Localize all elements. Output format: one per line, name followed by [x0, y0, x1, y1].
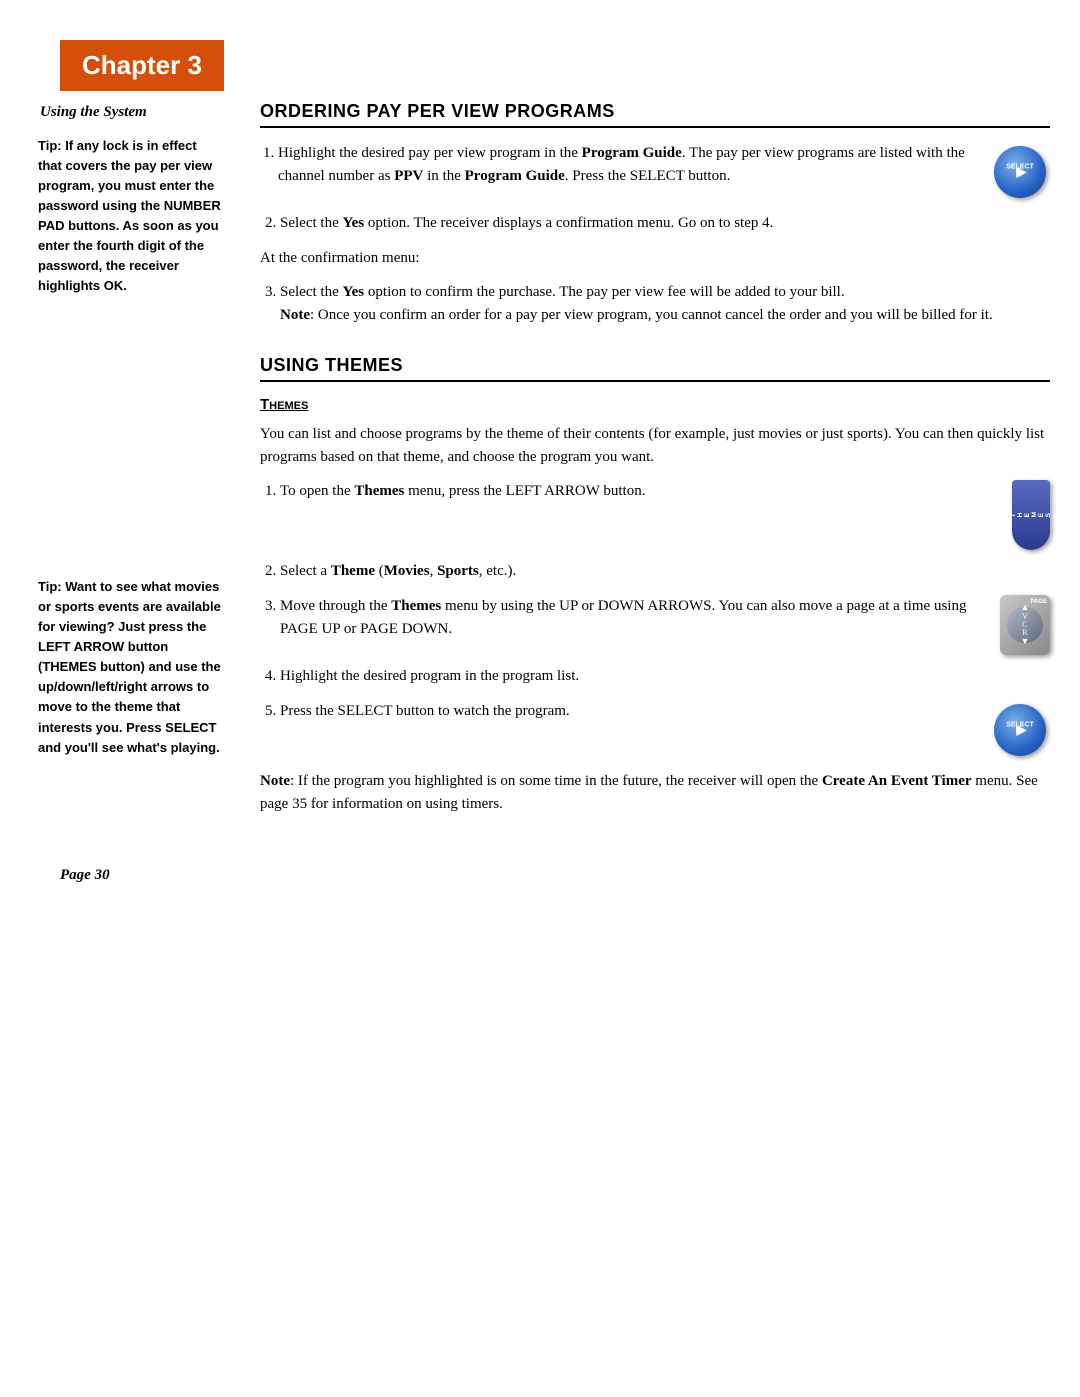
section2-heading: Using Themes [260, 355, 1050, 382]
main-content: Ordering Pay Per View Programs Highlight… [250, 91, 1050, 827]
themes-item1-text: To open the Themes menu, press the LEFT … [260, 480, 998, 515]
themes-item3: Move through the Themes menu by using th… [260, 595, 1050, 655]
list-item: Select the Yes option to confirm the pur… [280, 281, 1050, 328]
sidebar: Using the System Tip: If any lock is in … [30, 91, 250, 827]
list-item: Select the Yes option. The receiver disp… [280, 212, 1050, 235]
list-item: Select a Theme (Movies, Sports, etc.). [280, 560, 1050, 583]
themes-item3-text: Move through the Themes menu by using th… [260, 595, 986, 654]
page-container: Chapter 3 Using the System Tip: If any l… [0, 0, 1080, 1397]
page-number: Page 30 [60, 867, 1080, 904]
section1-heading: Ordering Pay Per View Programs [260, 101, 1050, 128]
sidebar-tip-2: Tip: Want to see what movies or sports e… [30, 577, 230, 758]
themes-subheading: Themes [260, 396, 1050, 413]
list-item: Highlight the desired pay per view progr… [278, 142, 976, 189]
themes-item5: Press the SELECT button to watch the pro… [260, 700, 1050, 760]
list-item: Highlight the desired program in the pro… [280, 665, 1050, 688]
confirmation-intro: At the confirmation menu: [260, 247, 1050, 270]
chapter-header: Chapter 3 [60, 40, 224, 91]
themes-note: Note: If the program you highlighted is … [260, 770, 1050, 817]
list-item: Press the SELECT button to watch the pro… [280, 700, 976, 723]
list-item: To open the Themes menu, press the LEFT … [280, 480, 998, 503]
section1-item1-text: Highlight the desired pay per view progr… [260, 142, 976, 201]
list-item: Move through the Themes menu by using th… [280, 595, 986, 642]
select-button-icon-2: SELECT▶ [990, 700, 1050, 760]
select-button-icon-1: SELECT▶ [990, 142, 1050, 202]
themes-item5-text: Press the SELECT button to watch the pro… [260, 700, 976, 735]
content-layout: Using the System Tip: If any lock is in … [0, 91, 1080, 827]
sidebar-subheading: Using the System [40, 101, 230, 124]
page-button-icon: PAGE ▲ VCR ▼ [1000, 595, 1050, 655]
sidebar-tip-1: Tip: If any lock is in effect that cover… [30, 136, 230, 297]
section1-item1: Highlight the desired pay per view progr… [260, 142, 1050, 202]
themes-button-icon: THEMES [1012, 480, 1050, 550]
themes-intro: You can list and choose programs by the … [260, 423, 1050, 470]
themes-item1: To open the Themes menu, press the LEFT … [260, 480, 1050, 550]
